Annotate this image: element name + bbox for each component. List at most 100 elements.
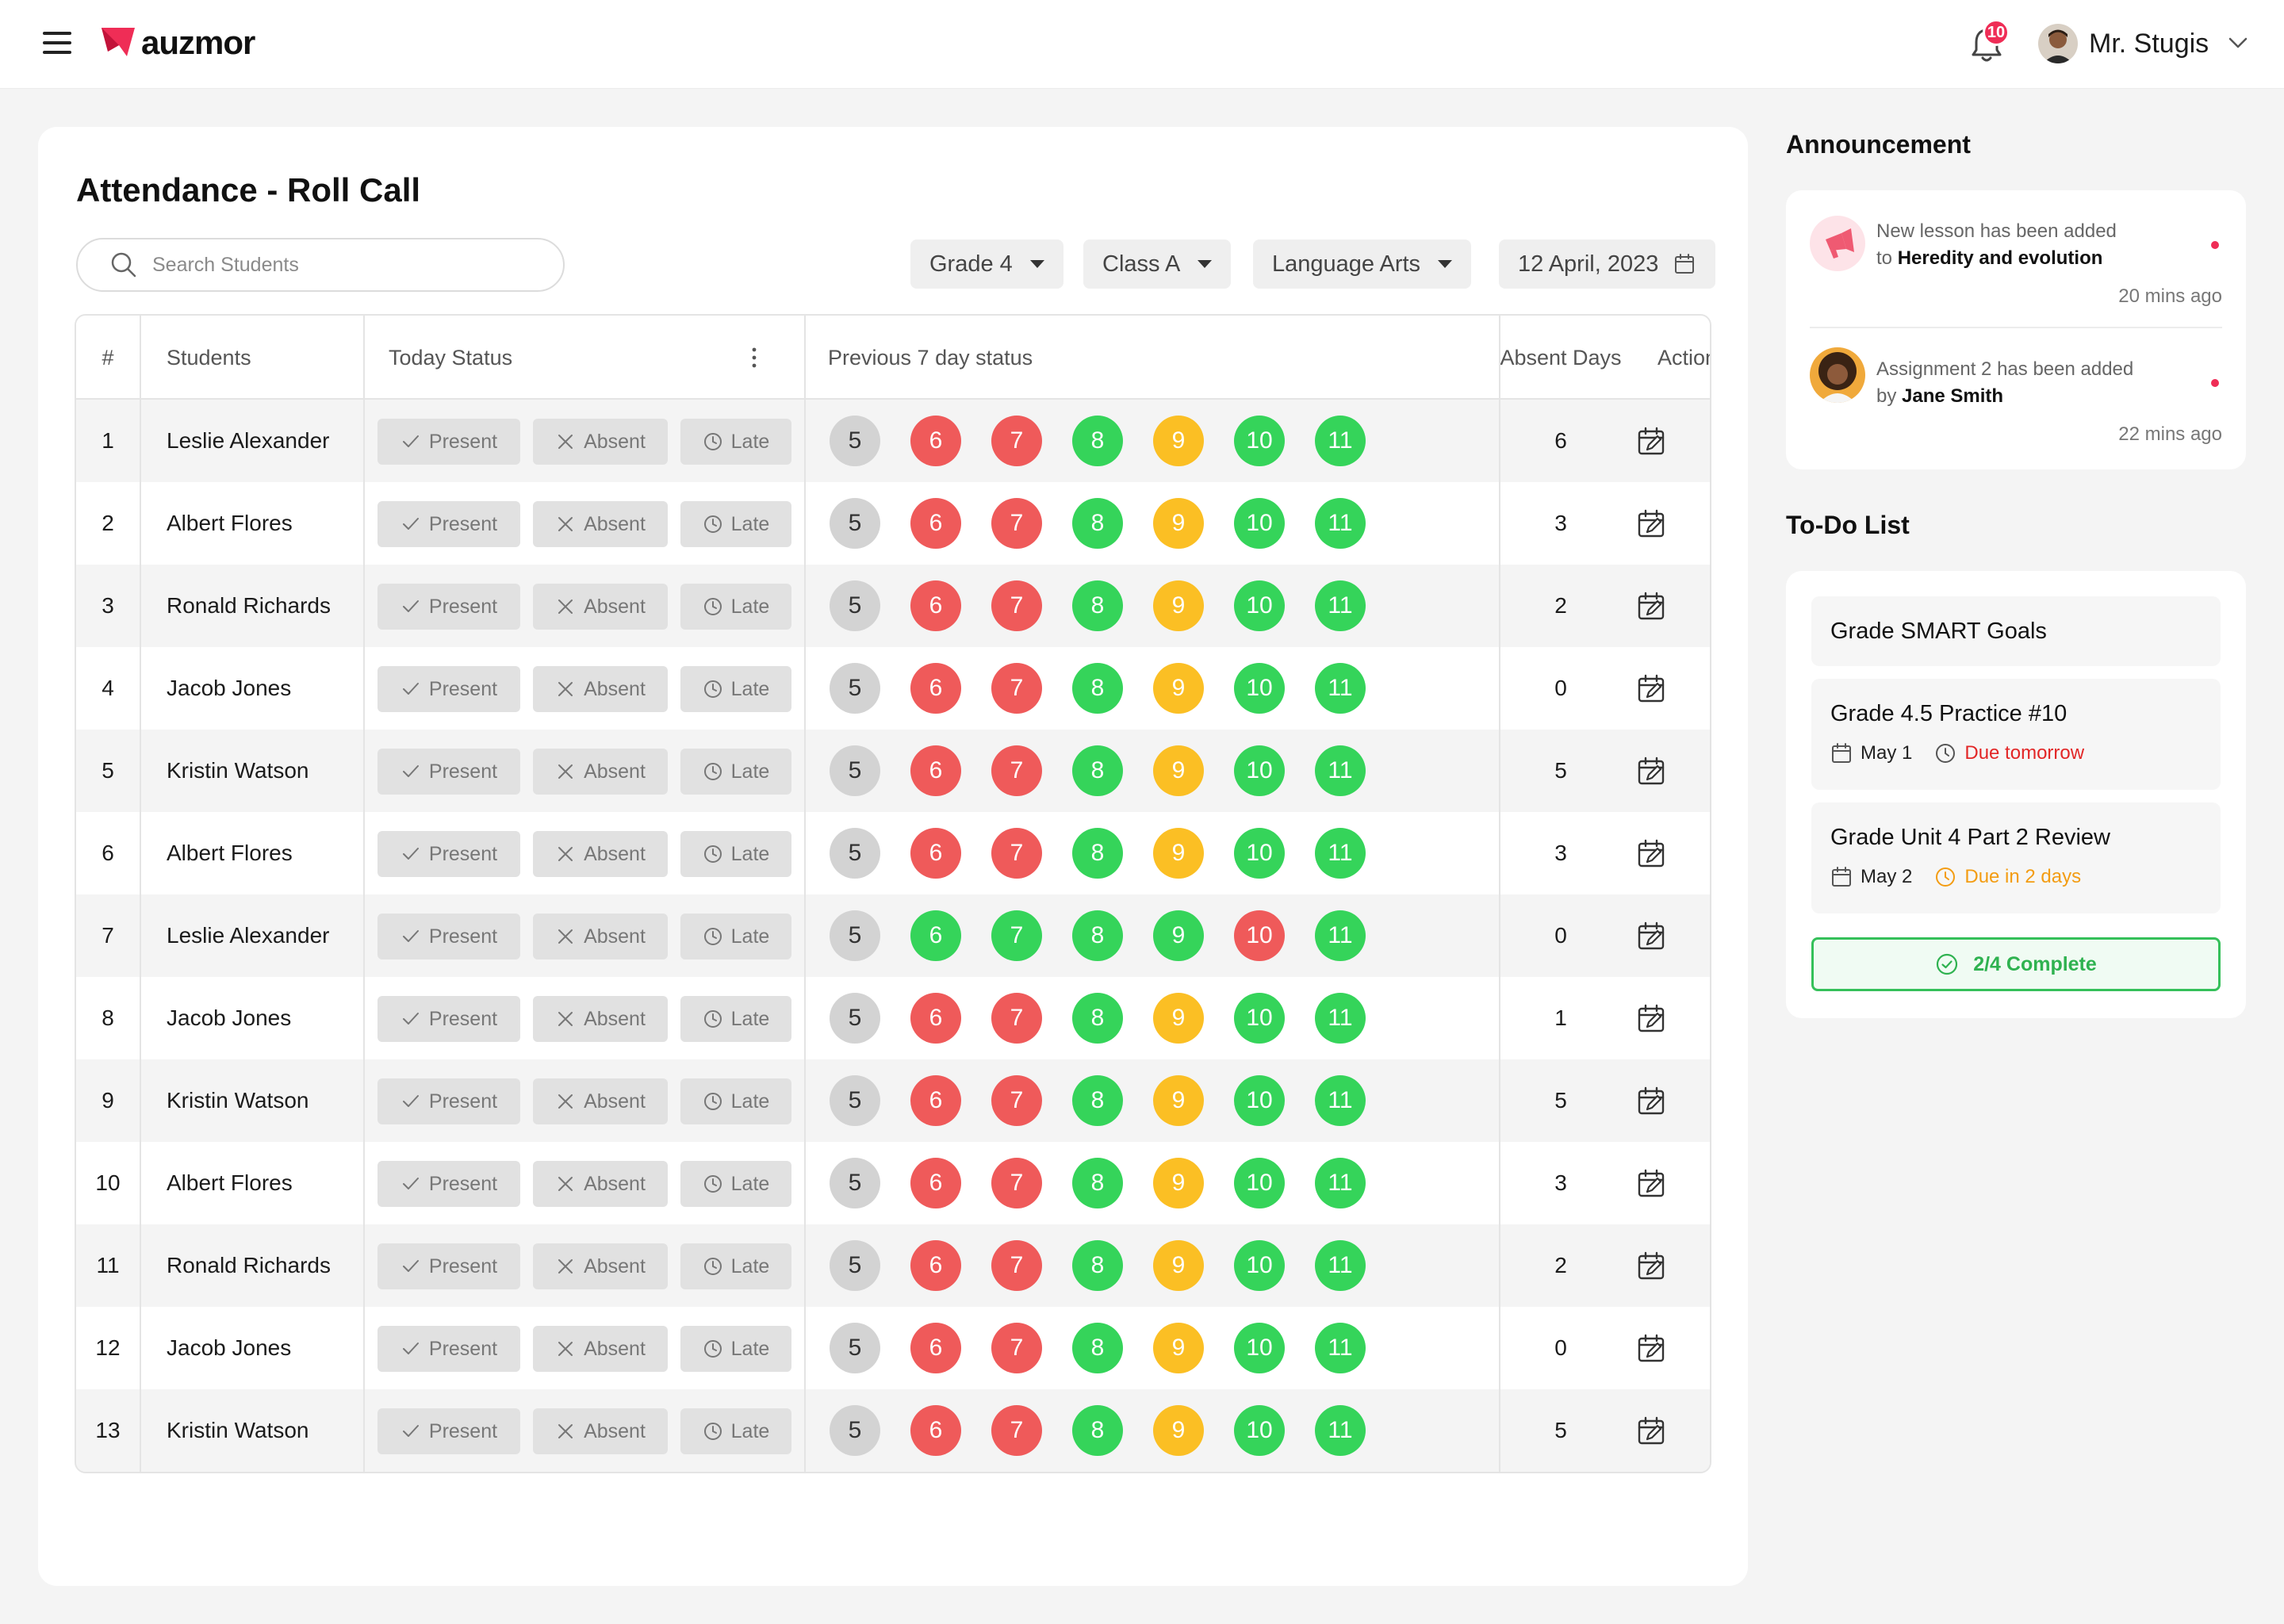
- late-button[interactable]: Late: [680, 419, 791, 465]
- day-status-dot: 8: [1072, 1405, 1123, 1456]
- present-button[interactable]: Present: [377, 666, 520, 712]
- todo-item[interactable]: Grade Unit 4 Part 2 Review May 2 Due in …: [1811, 802, 2221, 914]
- late-button[interactable]: Late: [680, 666, 791, 712]
- day-status-dot: 8: [1072, 663, 1123, 714]
- present-label: Present: [428, 1254, 498, 1277]
- absent-button[interactable]: Absent: [533, 996, 668, 1042]
- late-button[interactable]: Late: [680, 1326, 791, 1372]
- day-status-dot: 8: [1072, 416, 1123, 466]
- absent-button[interactable]: Absent: [533, 1326, 668, 1372]
- late-button[interactable]: Late: [680, 996, 791, 1042]
- present-button[interactable]: Present: [377, 1161, 520, 1207]
- calendar-edit-icon[interactable]: [1635, 425, 1669, 458]
- complete-progress-button[interactable]: 2/4 Complete: [1811, 937, 2221, 991]
- day-status-dot: 9: [1153, 1323, 1204, 1373]
- day-status-dot: 6: [910, 828, 961, 879]
- late-button[interactable]: Late: [680, 1408, 791, 1454]
- day-status-dot: 6: [910, 580, 961, 631]
- brand-logo[interactable]: auzmor: [100, 24, 255, 62]
- table-row: 3 Ronald Richards Present Absent Late 5 6 7 8 9 10…: [76, 565, 1710, 647]
- check-icon: [402, 1095, 419, 1107]
- check-icon: [402, 600, 419, 612]
- day-status-dot: 11: [1315, 580, 1366, 631]
- present-button[interactable]: Present: [377, 996, 520, 1042]
- present-button[interactable]: Present: [377, 501, 520, 547]
- calendar-edit-icon[interactable]: [1635, 1085, 1669, 1118]
- day-status-dot: 7: [991, 498, 1042, 549]
- announcement-item[interactable]: Assignment 2 has been added by Jane Smit…: [1810, 347, 2222, 450]
- late-label: Late: [730, 430, 770, 453]
- day-status-dot: 6: [910, 1075, 961, 1126]
- absent-button[interactable]: Absent: [533, 501, 668, 547]
- day-status-dot: 5: [830, 1240, 880, 1291]
- calendar-edit-icon[interactable]: [1635, 1415, 1669, 1448]
- present-button[interactable]: Present: [377, 914, 520, 959]
- more-vertical-icon[interactable]: [741, 344, 768, 371]
- absent-button[interactable]: Absent: [533, 1161, 668, 1207]
- menu-icon[interactable]: [43, 32, 71, 54]
- avatar[interactable]: [2038, 24, 2078, 63]
- announcement-item[interactable]: New lesson has been added to Heredity an…: [1810, 216, 2222, 319]
- todo-item-title: Grade SMART Goals: [1830, 619, 2047, 644]
- present-button[interactable]: Present: [377, 749, 520, 795]
- calendar-edit-icon[interactable]: [1635, 920, 1669, 953]
- present-button[interactable]: Present: [377, 1243, 520, 1289]
- subject-filter[interactable]: Language Arts: [1253, 239, 1472, 289]
- present-button[interactable]: Present: [377, 584, 520, 630]
- absent-button[interactable]: Absent: [533, 1243, 668, 1289]
- calendar-edit-icon[interactable]: [1635, 508, 1669, 541]
- date-filter[interactable]: 12 April, 2023: [1499, 239, 1716, 289]
- present-button[interactable]: Present: [377, 1326, 520, 1372]
- close-icon: [558, 682, 573, 696]
- late-button[interactable]: Late: [680, 1078, 791, 1124]
- day-status-dot: 8: [1072, 993, 1123, 1044]
- calendar-edit-icon[interactable]: [1635, 672, 1669, 706]
- late-button[interactable]: Late: [680, 584, 791, 630]
- present-button[interactable]: Present: [377, 1408, 520, 1454]
- calendar-edit-icon[interactable]: [1635, 837, 1669, 871]
- present-button[interactable]: Present: [377, 831, 520, 877]
- student-name: Kristin Watson: [167, 1088, 309, 1113]
- absent-button[interactable]: Absent: [533, 419, 668, 465]
- late-button[interactable]: Late: [680, 831, 791, 877]
- table-row: 1 Leslie Alexander Present Absent Late 5 6 7 8 9 1…: [76, 400, 1710, 482]
- day-status-dot: 7: [991, 1405, 1042, 1456]
- late-button[interactable]: Late: [680, 1161, 791, 1207]
- calendar-edit-icon[interactable]: [1635, 1002, 1669, 1036]
- clock-icon: [703, 433, 722, 450]
- calendar-edit-icon[interactable]: [1635, 755, 1669, 788]
- late-button[interactable]: Late: [680, 914, 791, 959]
- late-button[interactable]: Late: [680, 501, 791, 547]
- absent-button[interactable]: Absent: [533, 1078, 668, 1124]
- search-input[interactable]: [152, 253, 517, 277]
- grade-filter[interactable]: Grade 4: [910, 239, 1063, 289]
- day-status-dot: 5: [830, 1323, 880, 1373]
- absent-button[interactable]: Absent: [533, 749, 668, 795]
- chevron-down-icon[interactable]: [2227, 32, 2249, 54]
- present-button[interactable]: Present: [377, 1078, 520, 1124]
- present-button[interactable]: Present: [377, 419, 520, 465]
- row-index: 11: [96, 1253, 120, 1277]
- user-name[interactable]: Mr. Stugis: [2089, 29, 2209, 59]
- calendar-edit-icon[interactable]: [1635, 1332, 1669, 1365]
- check-icon: [402, 1342, 419, 1354]
- header-absent-days: Absent Days: [1500, 345, 1622, 370]
- absent-button[interactable]: Absent: [533, 584, 668, 630]
- day-status-dot: 10: [1234, 416, 1285, 466]
- class-filter[interactable]: Class A: [1083, 239, 1232, 289]
- calendar-edit-icon[interactable]: [1635, 590, 1669, 623]
- absent-button[interactable]: Absent: [533, 666, 668, 712]
- column-divider: [140, 316, 141, 1472]
- todo-item[interactable]: Grade 4.5 Practice #10 May 1 Due tomorro…: [1811, 679, 2221, 790]
- todo-item[interactable]: Grade SMART Goals: [1811, 596, 2221, 666]
- absent-button[interactable]: Absent: [533, 1408, 668, 1454]
- student-name: Jacob Jones: [167, 676, 292, 700]
- late-button[interactable]: Late: [680, 749, 791, 795]
- check-icon: [402, 1013, 419, 1025]
- calendar-edit-icon[interactable]: [1635, 1167, 1669, 1201]
- calendar-edit-icon[interactable]: [1635, 1250, 1669, 1283]
- search-box[interactable]: [76, 238, 565, 292]
- absent-button[interactable]: Absent: [533, 831, 668, 877]
- late-button[interactable]: Late: [680, 1243, 791, 1289]
- absent-button[interactable]: Absent: [533, 914, 668, 959]
